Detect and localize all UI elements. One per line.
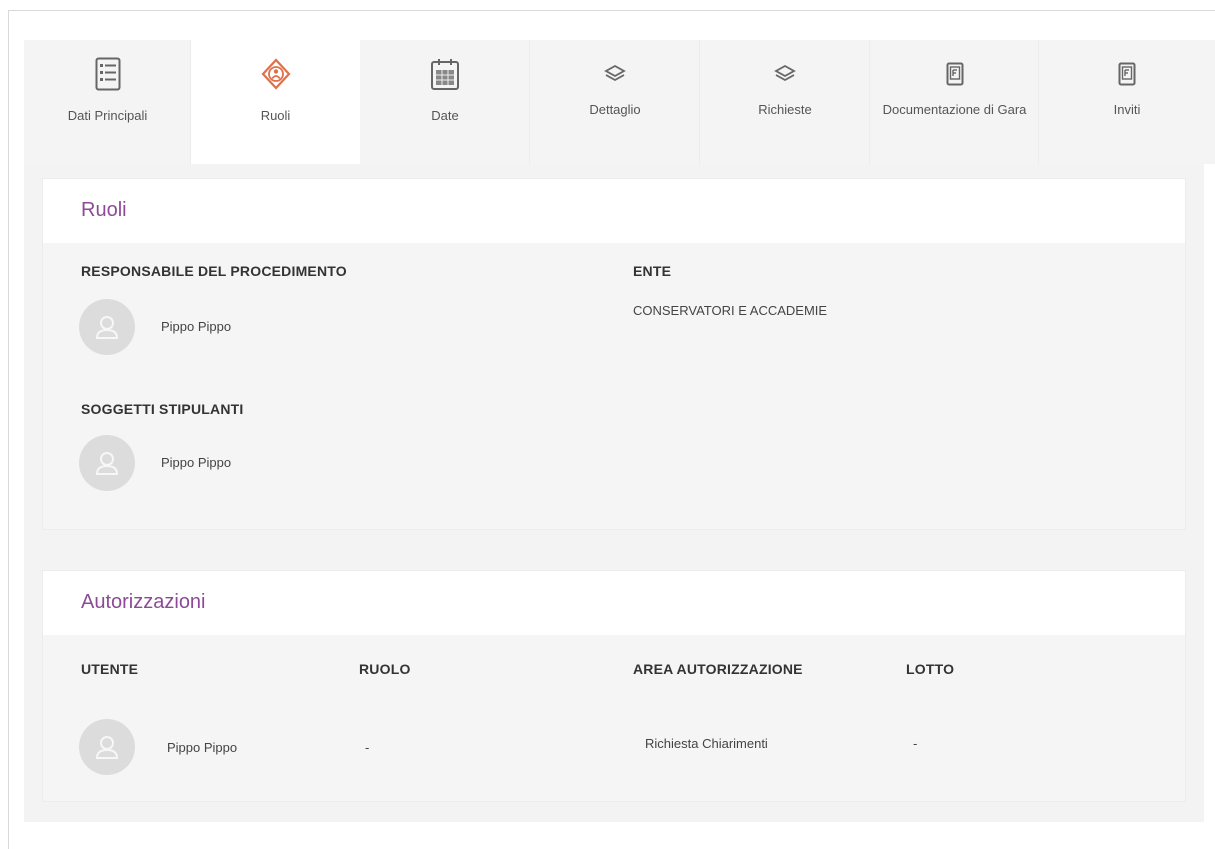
tab-ruoli[interactable]: Ruoli <box>191 40 360 164</box>
column-header-utente: UTENTE <box>81 661 139 677</box>
tab-label: Documentazione di Gara <box>882 102 1027 117</box>
tab-date[interactable]: Date <box>360 40 530 164</box>
cell-lotto: - <box>913 736 918 751</box>
tab-richieste[interactable]: Richieste <box>700 40 870 164</box>
autorizzazioni-card-header: Autorizzazioni <box>43 571 1185 635</box>
document-icon <box>940 60 970 88</box>
content-panel: Ruoli RESPONSABILE DEL PROCEDIMENTO Pipp… <box>24 164 1204 822</box>
ente-label: ENTE <box>633 263 672 279</box>
user-icon <box>95 316 119 339</box>
tab-label: Richieste <box>758 102 812 117</box>
tab-label: Dati Principali <box>67 108 148 123</box>
tab-label: Inviti <box>1113 102 1141 117</box>
avatar <box>79 435 135 491</box>
autorizzazioni-title: Autorizzazioni <box>81 591 206 613</box>
tab-dettaglio[interactable]: Dettaglio <box>530 40 700 164</box>
layers-icon <box>600 60 630 88</box>
tab-label: Date <box>431 108 459 123</box>
cell-area: Richiesta Chiarimenti <box>645 736 768 751</box>
ruoli-title: Ruoli <box>81 199 127 221</box>
responsabile-name: Pippo Pippo <box>161 319 232 334</box>
autorizzazioni-card: Autorizzazioni UTENTE RUOLO AREA AUTORIZ… <box>42 570 1186 802</box>
layers-icon <box>770 60 800 88</box>
avatar <box>79 719 135 775</box>
frame-left-border <box>8 10 9 849</box>
tab-inviti[interactable]: Inviti <box>1039 40 1215 164</box>
avatar <box>79 299 135 355</box>
column-header-area: AREA AUTORIZZAZIONE <box>633 661 803 677</box>
document-icon <box>1112 60 1142 88</box>
tab-dati-principali[interactable]: Dati Principali <box>24 40 191 164</box>
user-icon <box>95 452 119 475</box>
cell-ruolo: - <box>365 740 370 755</box>
column-header-ruolo: RUOLO <box>359 661 411 677</box>
ente-value: CONSERVATORI E ACCADEMIE <box>633 303 828 318</box>
ruoli-card-header: Ruoli <box>43 179 1185 243</box>
tab-documentazione-di-gara[interactable]: Documentazione di Gara <box>870 40 1039 164</box>
frame-top-border <box>8 10 1215 11</box>
roles-icon <box>260 56 291 92</box>
soggetti-name: Pippo Pippo <box>161 455 232 470</box>
tab-bar: Dati Principali Ruoli Date Dettaglio Ric… <box>24 40 1215 164</box>
column-header-lotto: LOTTO <box>906 661 955 677</box>
checklist-icon <box>93 56 123 92</box>
tab-label: Ruoli <box>260 108 291 123</box>
responsabile-label: RESPONSABILE DEL PROCEDIMENTO <box>81 263 347 279</box>
user-icon <box>95 736 119 759</box>
tab-label: Dettaglio <box>589 102 641 117</box>
calendar-icon <box>430 56 460 92</box>
soggetti-label: SOGGETTI STIPULANTI <box>81 401 244 417</box>
ruoli-card: Ruoli RESPONSABILE DEL PROCEDIMENTO Pipp… <box>42 178 1186 530</box>
cell-utente: Pippo Pippo <box>167 740 238 755</box>
